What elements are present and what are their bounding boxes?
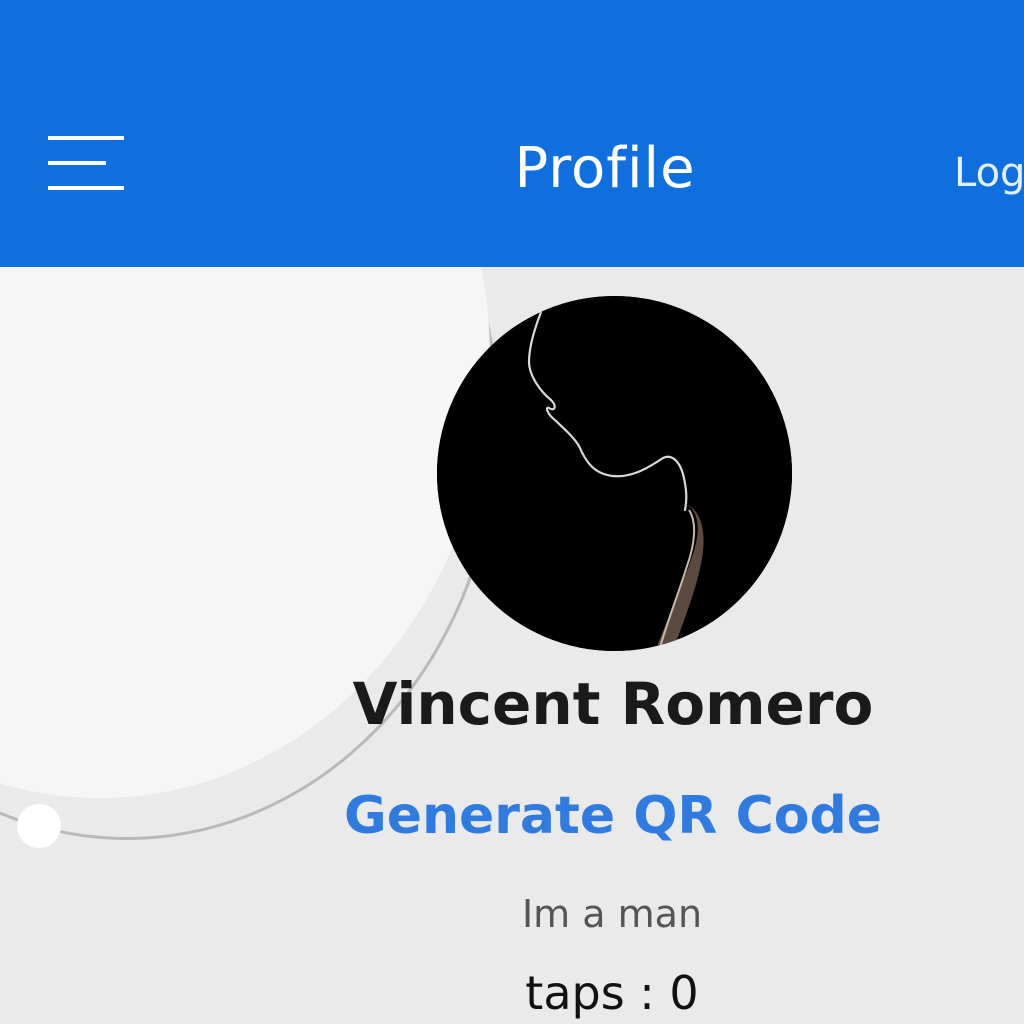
profile-screen: Profile Log Vincent Romero Generate QR C… [0, 0, 1024, 1024]
profile-silhouette-icon [437, 296, 792, 651]
avatar [437, 296, 792, 651]
user-bio: Im a man [521, 892, 703, 936]
generate-qr-code-label[interactable]: Generate QR Code [344, 786, 882, 846]
user-name: Vincent Romero [352, 670, 874, 738]
logout-button[interactable]: Log [954, 148, 1024, 198]
generate-qr-code-button[interactable]: Generate QR Code [0, 782, 1024, 850]
app-header: Profile Log [0, 0, 1024, 267]
page-title: Profile [514, 136, 696, 201]
taps-count: taps : 0 [525, 966, 699, 1020]
